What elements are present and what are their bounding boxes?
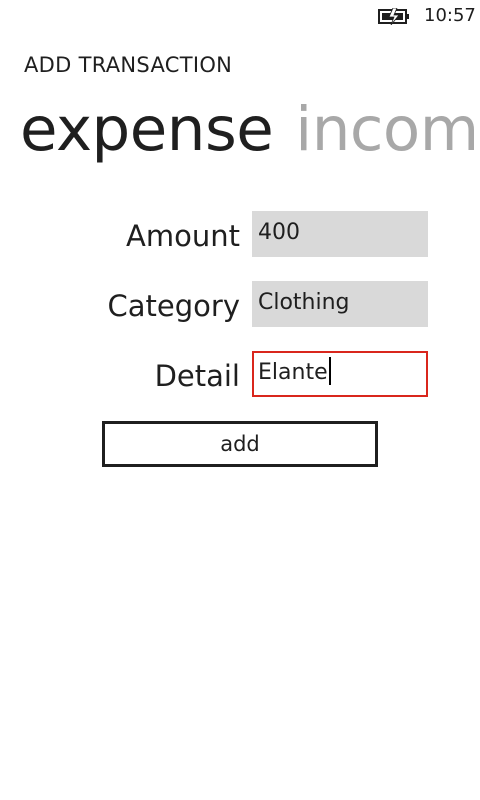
pivot-header: expense income: [20, 92, 480, 172]
amount-label: Amount: [126, 219, 240, 253]
amount-field[interactable]: 400: [252, 211, 428, 257]
text-caret: [328, 357, 331, 385]
status-clock: 10:57: [424, 5, 476, 26]
status-bar: 10:57: [0, 0, 480, 32]
detail-value: Elante: [258, 360, 328, 385]
pivot-item-expense[interactable]: expense: [20, 92, 274, 168]
category-field[interactable]: Clothing: [252, 281, 428, 327]
add-button[interactable]: add: [102, 421, 378, 467]
detail-label: Detail: [154, 359, 240, 393]
category-label: Category: [107, 289, 240, 323]
battery-charging-icon: [378, 8, 409, 25]
category-value: Clothing: [258, 290, 350, 315]
detail-field[interactable]: Elante: [252, 351, 428, 397]
page-title: ADD TRANSACTION: [24, 53, 233, 77]
amount-value: 400: [258, 220, 300, 245]
pivot-item-income[interactable]: income: [295, 92, 480, 168]
